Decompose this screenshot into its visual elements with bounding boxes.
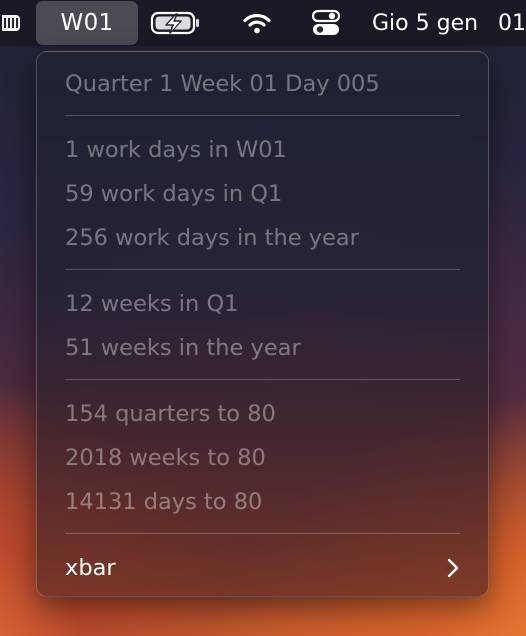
menu-item-days-to-80: 14131 days to 80	[65, 482, 460, 522]
control-center-icon[interactable]	[306, 0, 346, 46]
menu-item-label: 51 weeks in the year	[65, 335, 301, 361]
menu-item-quarters-to-80: 154 quarters to 80	[65, 394, 460, 434]
menu-item-weeks-to-80: 2018 weeks to 80	[65, 438, 460, 478]
menu-separator	[65, 379, 460, 380]
menu-item-label: 12 weeks in Q1	[65, 291, 239, 317]
wifi-icon[interactable]	[236, 0, 278, 46]
menu-item-label: 256 work days in the year	[65, 225, 359, 251]
menu-item-work-days-quarter: 59 work days in Q1	[65, 174, 460, 214]
week-dropdown-menu: Quarter 1 Week 01 Day 005 1 work days in…	[36, 51, 489, 597]
week-label: W01	[60, 10, 114, 36]
menu-item-xbar[interactable]: xbar	[65, 548, 460, 588]
header-label: Quarter 1 Week 01 Day 005	[65, 71, 380, 97]
menu-separator	[65, 269, 460, 270]
menu-item-label: 14131 days to 80	[65, 489, 263, 515]
menu-item-work-days-week: 1 work days in W01	[65, 130, 460, 170]
menu-header: Quarter 1 Week 01 Day 005	[65, 64, 460, 104]
menu-separator	[65, 115, 460, 116]
bars-icon[interactable]	[0, 0, 22, 46]
menu-item-label: 1 work days in W01	[65, 137, 287, 163]
week-menu-extra[interactable]: W01	[36, 1, 138, 45]
menu-bar: W01 Gio 5 gen 01	[0, 0, 526, 46]
menu-item-weeks-quarter: 12 weeks in Q1	[65, 284, 460, 324]
menu-item-work-days-year: 256 work days in the year	[65, 218, 460, 258]
menu-item-label: 59 work days in Q1	[65, 181, 283, 207]
battery-charging-icon[interactable]	[149, 0, 203, 46]
menu-item-weeks-year: 51 weeks in the year	[65, 328, 460, 368]
clock[interactable]: Gio 5 gen 01	[372, 0, 526, 46]
menu-separator	[65, 533, 460, 534]
time-label: 01	[498, 10, 526, 36]
date-label: Gio 5 gen	[372, 10, 479, 36]
xbar-label: xbar	[65, 555, 116, 581]
chevron-right-icon	[446, 548, 460, 588]
menu-item-label: 154 quarters to 80	[65, 401, 276, 427]
menu-item-label: 2018 weeks to 80	[65, 445, 266, 471]
